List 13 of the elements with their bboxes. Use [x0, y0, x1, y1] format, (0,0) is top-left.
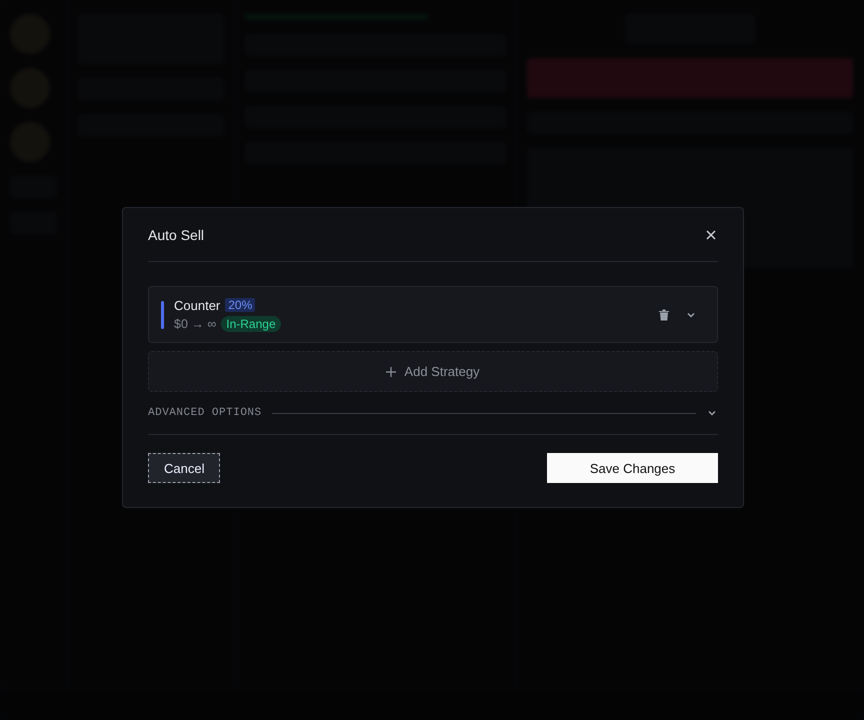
- cancel-button[interactable]: Cancel: [148, 453, 220, 483]
- save-button[interactable]: Save Changes: [547, 453, 718, 483]
- price-range: $0 → ∞: [174, 316, 216, 330]
- trash-icon[interactable]: [659, 308, 669, 320]
- plus-icon: [386, 366, 396, 376]
- add-strategy-button[interactable]: Add Strategy: [148, 351, 718, 392]
- close-icon[interactable]: [704, 228, 718, 242]
- dialog-title: Auto Sell: [148, 226, 204, 242]
- strategy-name: Counter: [174, 298, 220, 312]
- advanced-options-label: ADVANCED OPTIONS: [148, 407, 262, 419]
- strategy-card[interactable]: Counter 20% $0 → ∞ In-Range: [148, 286, 718, 343]
- status-tag: In-Range: [221, 316, 281, 332]
- percent-tag: 20%: [225, 298, 256, 312]
